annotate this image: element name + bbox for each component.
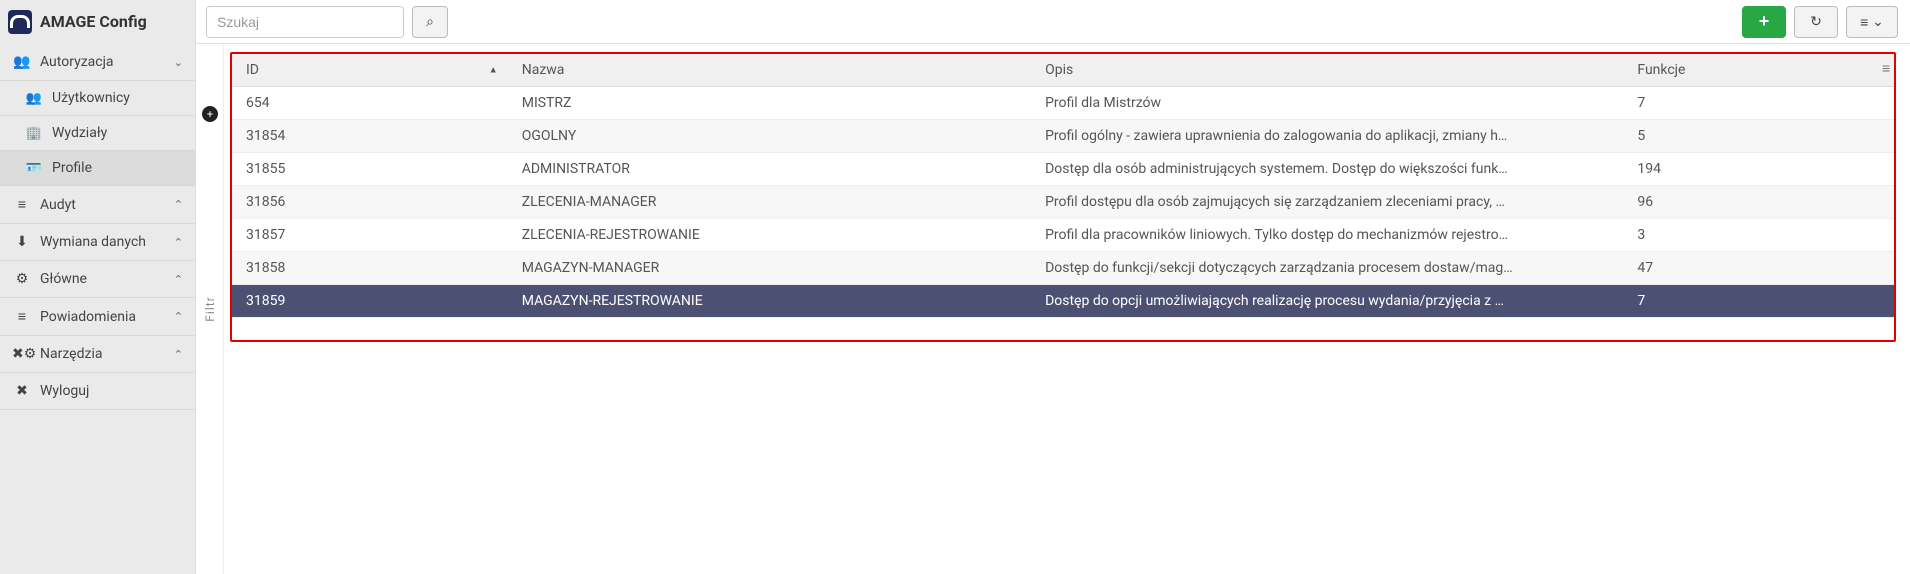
cell-id: 31856 <box>232 186 508 219</box>
chevron-up-icon: ⌃ <box>174 348 183 361</box>
sidebar-group-wymiana-danych[interactable]: ⬇ Wymiana danych ⌃ <box>0 224 195 261</box>
table-row[interactable]: 31856ZLECENIA-MANAGERProfil dostępu dla … <box>232 186 1894 219</box>
sidebar-group-label: Narzędzia <box>40 346 102 362</box>
cell-func: 5 <box>1623 120 1894 153</box>
sidebar-item-label: Profile <box>52 160 92 176</box>
cell-id: 31855 <box>232 153 508 186</box>
cell-name: MISTRZ <box>508 87 1031 120</box>
cell-name: ZLECENIA-MANAGER <box>508 186 1031 219</box>
profiles-table: ID▲ Nazwa Opis Funkcje 654MISTRZProfil d… <box>232 54 1894 318</box>
cell-id: 31857 <box>232 219 508 252</box>
chevron-down-icon: ⌄ <box>174 56 183 69</box>
grid-column-menu-icon[interactable]: ≡ <box>1882 60 1896 74</box>
sidebar-group-autoryzacja[interactable]: 👥 Autoryzacja ⌄ <box>0 44 195 81</box>
sidebar-item-profile[interactable]: 🪪 Profile <box>0 151 195 186</box>
chevron-up-icon: ⌃ <box>174 198 183 211</box>
column-header-name[interactable]: Nazwa <box>508 54 1031 87</box>
cell-id: 31859 <box>232 285 508 318</box>
brand-logo-icon <box>8 10 32 34</box>
sidebar-group-label: Powiadomienia <box>40 309 136 325</box>
cell-func: 96 <box>1623 186 1894 219</box>
cell-name: ZLECENIA-REJESTROWANIE <box>508 219 1031 252</box>
search-input[interactable] <box>206 6 404 38</box>
cell-desc: Profil dla Mistrzów <box>1031 87 1623 120</box>
sidebar-item-użytkownicy[interactable]: 👥 Użytkownicy <box>0 81 195 116</box>
sidebar-group-powiadomienia[interactable]: ≡ Powiadomienia ⌃ <box>0 298 195 336</box>
cell-desc: Profil dostępu dla osób zajmujących się … <box>1031 186 1623 219</box>
table-row[interactable]: 31859MAGAZYN-REJESTROWANIEDostęp do opcj… <box>232 285 1894 318</box>
sidebar-group-icon: 👥 <box>12 54 32 70</box>
table-row[interactable]: 31854OGOLNYProfil ogólny - zawiera upraw… <box>232 120 1894 153</box>
cell-func: 3 <box>1623 219 1894 252</box>
sidebar-group-icon: ⬇ <box>12 234 32 250</box>
cell-id: 654 <box>232 87 508 120</box>
filter-rail-label: Filtr <box>203 296 217 321</box>
table-row[interactable]: 654MISTRZProfil dla Mistrzów7 <box>232 87 1894 120</box>
sidebar-item-icon: 👥 <box>24 91 44 106</box>
column-header-func[interactable]: Funkcje <box>1623 54 1894 87</box>
hamburger-menu-button[interactable]: ≡ ⌄ <box>1846 6 1898 38</box>
sidebar-group-icon: ≡ <box>12 196 32 213</box>
sidebar-group-icon: ⚙ <box>12 271 32 287</box>
table-row[interactable]: 31857ZLECENIA-REJESTROWANIEProfil dla pr… <box>232 219 1894 252</box>
sidebar-group-główne[interactable]: ⚙ Główne ⌃ <box>0 261 195 298</box>
sidebar-item-icon: 🏢 <box>24 126 44 141</box>
sidebar-item-label: Wydziały <box>52 125 107 141</box>
cell-func: 47 <box>1623 252 1894 285</box>
sidebar-item-icon: 🪪 <box>24 161 44 176</box>
sidebar-group-wyloguj[interactable]: ✖ Wyloguj <box>0 373 195 410</box>
sidebar-group-icon: ✖⚙ <box>12 346 32 362</box>
column-header-desc[interactable]: Opis <box>1031 54 1623 87</box>
add-button[interactable]: + <box>1742 6 1786 38</box>
cell-func: 7 <box>1623 285 1894 318</box>
cell-desc: Dostęp do funkcji/sekcji dotyczących zar… <box>1031 252 1623 285</box>
plus-icon: + <box>1759 11 1770 32</box>
cell-name: OGOLNY <box>508 120 1031 153</box>
profiles-table-highlight: ID▲ Nazwa Opis Funkcje 654MISTRZProfil d… <box>230 52 1896 342</box>
refresh-button[interactable]: ↻ <box>1794 6 1838 38</box>
cell-name: ADMINISTRATOR <box>508 153 1031 186</box>
sidebar-group-icon: ✖ <box>12 383 32 399</box>
search-button[interactable]: ⌕ <box>412 6 448 38</box>
chevron-up-icon: ⌃ <box>174 310 183 323</box>
table-row[interactable]: 31855ADMINISTRATORDostęp dla osób admini… <box>232 153 1894 186</box>
cell-desc: Profil ogólny - zawiera uprawnienia do z… <box>1031 120 1623 153</box>
sidebar-group-icon: ≡ <box>12 308 32 325</box>
cell-desc: Profil dla pracowników liniowych. Tylko … <box>1031 219 1623 252</box>
add-filter-button[interactable]: + <box>202 106 218 122</box>
search-icon: ⌕ <box>426 13 434 30</box>
cell-name: MAGAZYN-REJESTROWANIE <box>508 285 1031 318</box>
filter-rail[interactable]: + Filtr <box>196 44 224 574</box>
menu-icon: ≡ <box>1860 14 1868 30</box>
sidebar-group-label: Autoryzacja <box>40 54 114 70</box>
chevron-up-icon: ⌃ <box>174 236 183 249</box>
cell-func: 194 <box>1623 153 1894 186</box>
cell-func: 7 <box>1623 87 1894 120</box>
refresh-icon: ↻ <box>1810 13 1822 30</box>
table-row[interactable]: 31858MAGAZYN-MANAGERDostęp do funkcji/se… <box>232 252 1894 285</box>
sidebar: 👥 Autoryzacja ⌄ 👥 Użytkownicy 🏢 Wydziały 🪪 Profi… <box>0 44 196 574</box>
sidebar-group-audyt[interactable]: ≡ Audyt ⌃ <box>0 186 195 224</box>
sidebar-item-label: Użytkownicy <box>52 90 130 106</box>
sidebar-item-wydziały[interactable]: 🏢 Wydziały <box>0 116 195 151</box>
sidebar-group-narzędzia[interactable]: ✖⚙ Narzędzia ⌃ <box>0 336 195 373</box>
brand-area: AMAGE Config <box>0 0 196 44</box>
cell-name: MAGAZYN-MANAGER <box>508 252 1031 285</box>
chevron-up-icon: ⌃ <box>174 273 183 286</box>
cell-id: 31854 <box>232 120 508 153</box>
cell-desc: Dostęp do opcji umożliwiających realizac… <box>1031 285 1623 318</box>
column-header-id[interactable]: ID▲ <box>232 54 508 87</box>
brand-title: AMAGE Config <box>40 12 147 31</box>
chevron-down-icon: ⌄ <box>1872 13 1884 30</box>
sidebar-group-label: Wyloguj <box>40 383 89 399</box>
sidebar-group-label: Audyt <box>40 197 76 213</box>
cell-desc: Dostęp dla osób administrujących systeme… <box>1031 153 1623 186</box>
sidebar-group-label: Wymiana danych <box>40 234 146 250</box>
sort-asc-icon: ▲ <box>489 65 498 76</box>
cell-id: 31858 <box>232 252 508 285</box>
sidebar-group-label: Główne <box>40 271 87 287</box>
